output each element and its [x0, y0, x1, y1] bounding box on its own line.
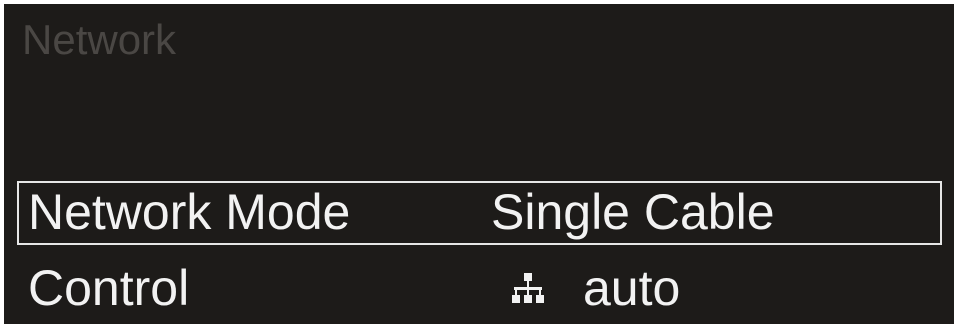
display-screen: Network Network Mode Single Cable Contro…	[4, 4, 954, 324]
network-mode-value: Single Cable	[491, 184, 775, 240]
menu-item-control[interactable]: Control auto	[17, 257, 942, 321]
menu-item-network-mode[interactable]: Network Mode Single Cable	[17, 181, 942, 245]
network-tree-icon	[512, 273, 544, 303]
page-title: Network	[22, 16, 177, 63]
menu-item-label: Control	[28, 260, 190, 316]
menu-item-value: auto	[511, 259, 680, 317]
menu-item-label: Network Mode	[28, 184, 351, 240]
control-value: auto	[583, 260, 681, 316]
menu-item-value: Single Cable	[491, 183, 775, 241]
